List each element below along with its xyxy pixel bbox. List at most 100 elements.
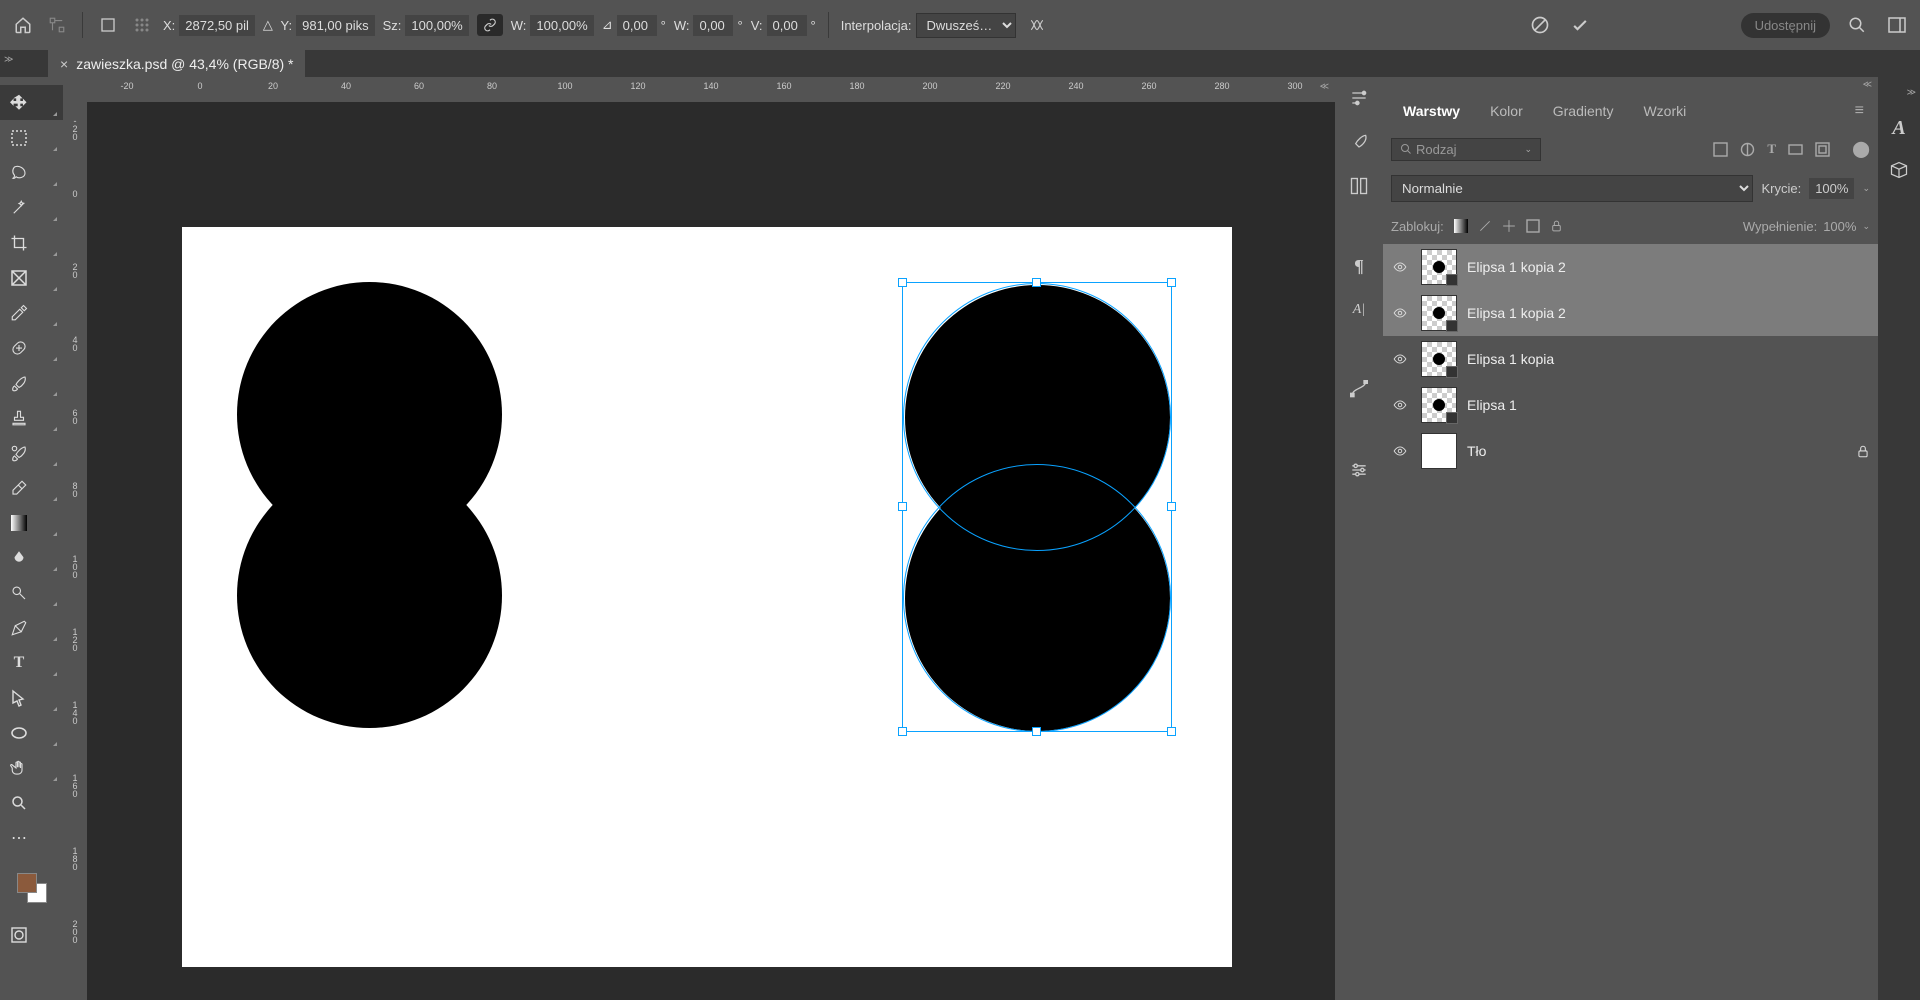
wand-tool[interactable] [0, 190, 63, 225]
lock-pixels-icon[interactable] [1454, 219, 1468, 233]
warp-icon[interactable] [1024, 12, 1050, 38]
blend-mode-select[interactable]: Normalnie [1391, 175, 1753, 202]
visibility-icon[interactable] [1391, 444, 1411, 458]
close-tab-icon[interactable]: × [60, 56, 68, 72]
workspace-icon[interactable] [1884, 12, 1910, 38]
visibility-icon[interactable] [1391, 398, 1411, 412]
document-tab[interactable]: × zawieszka.psd @ 43,4% (RGB/8) * [48, 50, 305, 77]
filter-pixel-icon[interactable] [1713, 142, 1728, 157]
eyedropper-tool[interactable] [0, 295, 63, 330]
healing-tool[interactable] [0, 330, 63, 365]
search-icon[interactable] [1844, 12, 1870, 38]
lock-paint-icon[interactable] [1478, 219, 1492, 233]
zoom-tool[interactable] [0, 785, 63, 820]
rotate-field[interactable]: ⊿0,00° [602, 15, 666, 36]
transform-handle[interactable] [898, 278, 907, 287]
transform-handle[interactable] [1167, 278, 1176, 287]
x-field[interactable]: X:2872,50 pil [163, 15, 255, 36]
filter-shape-icon[interactable] [1788, 142, 1803, 157]
fill-value[interactable]: 100% [1823, 219, 1856, 234]
3d-panel-icon[interactable] [1887, 158, 1911, 182]
filter-adjust-icon[interactable] [1740, 142, 1755, 157]
foreground-color-swatch[interactable] [17, 873, 37, 893]
canvas-area[interactable]: -200204060801001201401601802002202402602… [87, 77, 1335, 1000]
type-tool[interactable]: T [0, 645, 63, 680]
link-icon[interactable] [477, 14, 503, 36]
path-select-tool[interactable] [0, 680, 63, 715]
interpolation-field[interactable]: Interpolacja: Dwusześ… [841, 13, 1016, 38]
transform-handle[interactable] [1167, 727, 1176, 736]
adjustments-panel-icon[interactable] [1346, 85, 1372, 111]
visibility-icon[interactable] [1391, 352, 1411, 366]
stamp-tool[interactable] [0, 400, 63, 435]
tab-scroll-left-icon[interactable]: ≫ [4, 54, 13, 65]
tab-color[interactable]: Kolor [1476, 95, 1537, 127]
visibility-icon[interactable] [1391, 260, 1411, 274]
layer-filter-search[interactable]: Rodzaj ⌄ [1391, 138, 1541, 161]
color-swatches[interactable] [17, 873, 47, 903]
grid-icon[interactable] [129, 12, 155, 38]
skew-h-field[interactable]: W:0,00° [674, 15, 743, 36]
transform-icon[interactable] [44, 12, 70, 38]
history-brush-tool[interactable] [0, 435, 63, 470]
transform-handle[interactable] [1167, 502, 1176, 511]
glyphs-panel-icon[interactable]: A [1887, 116, 1911, 140]
transform-handle[interactable] [898, 727, 907, 736]
layer-row[interactable]: Elipsa 1 kopia 2 [1383, 290, 1878, 336]
transform-handle[interactable] [1032, 278, 1041, 287]
panel-menu-icon[interactable]: ≡ [1847, 102, 1872, 120]
brush-tool[interactable] [0, 365, 63, 400]
lock-all-icon[interactable] [1550, 219, 1563, 233]
layer-row[interactable]: Elipsa 1 [1383, 382, 1878, 428]
layer-thumbnail[interactable] [1421, 433, 1457, 469]
filter-smart-icon[interactable] [1815, 142, 1830, 157]
paragraph-panel-icon[interactable]: ¶ [1346, 253, 1372, 279]
marquee-tool[interactable] [0, 120, 63, 155]
crop-tool[interactable] [0, 225, 63, 260]
opacity-dropdown-icon[interactable]: ⌄ [1862, 183, 1870, 194]
transform-bounding-box[interactable] [902, 282, 1172, 732]
pen-tool[interactable] [0, 610, 63, 645]
rail-collapse-icon[interactable]: ≫ [1907, 87, 1916, 98]
character-panel-icon[interactable]: A| [1346, 297, 1372, 323]
libraries-panel-icon[interactable] [1346, 173, 1372, 199]
properties-panel-icon[interactable] [1346, 457, 1372, 483]
visibility-icon[interactable] [1391, 306, 1411, 320]
paths-panel-icon[interactable] [1346, 377, 1372, 403]
layer-thumbnail[interactable] [1421, 249, 1457, 285]
hand-tool[interactable] [0, 750, 63, 785]
fill-dropdown-icon[interactable]: ⌄ [1862, 221, 1870, 232]
frame-tool[interactable] [0, 260, 63, 295]
skew-v-field[interactable]: V:0,00° [751, 15, 816, 36]
lock-artboard-icon[interactable] [1526, 219, 1540, 233]
layer-row[interactable]: Elipsa 1 kopia [1383, 336, 1878, 382]
ellipse-shape[interactable] [237, 463, 502, 728]
interpolation-select[interactable]: Dwusześ… [916, 13, 1016, 38]
ellipse-tool[interactable] [0, 715, 63, 750]
layer-thumbnail[interactable] [1421, 387, 1457, 423]
opacity-value[interactable]: 100% [1809, 178, 1854, 199]
quick-mask-icon[interactable] [0, 917, 63, 952]
brushes-panel-icon[interactable] [1346, 129, 1372, 155]
cancel-icon[interactable] [1527, 12, 1553, 38]
transform-handle[interactable] [1032, 727, 1041, 736]
gradient-tool[interactable] [0, 505, 63, 540]
transform-handle[interactable] [898, 502, 907, 511]
layer-row[interactable]: Tło [1383, 428, 1878, 474]
layer-thumbnail[interactable] [1421, 295, 1457, 331]
move-tool[interactable] [0, 85, 63, 120]
layer-row[interactable]: Elipsa 1 kopia 2 [1383, 244, 1878, 290]
lock-position-icon[interactable] [1502, 219, 1516, 233]
tab-gradients[interactable]: Gradienty [1539, 95, 1628, 127]
layer-thumbnail[interactable] [1421, 341, 1457, 377]
share-button[interactable]: Udostępnij [1741, 13, 1830, 38]
eraser-tool[interactable] [0, 470, 63, 505]
edit-toolbar-icon[interactable]: ⋯ [0, 820, 63, 855]
panel-collapse-icon[interactable]: ≪ [1320, 81, 1329, 92]
tab-layers[interactable]: Warstwy [1389, 95, 1474, 127]
home-icon[interactable] [10, 12, 36, 38]
blur-tool[interactable] [0, 540, 63, 575]
width-scale-field[interactable]: Sz:100,00% [383, 15, 469, 36]
filter-type-icon[interactable]: T [1767, 141, 1776, 157]
y-field[interactable]: △ Y:981,00 piks [263, 15, 375, 36]
